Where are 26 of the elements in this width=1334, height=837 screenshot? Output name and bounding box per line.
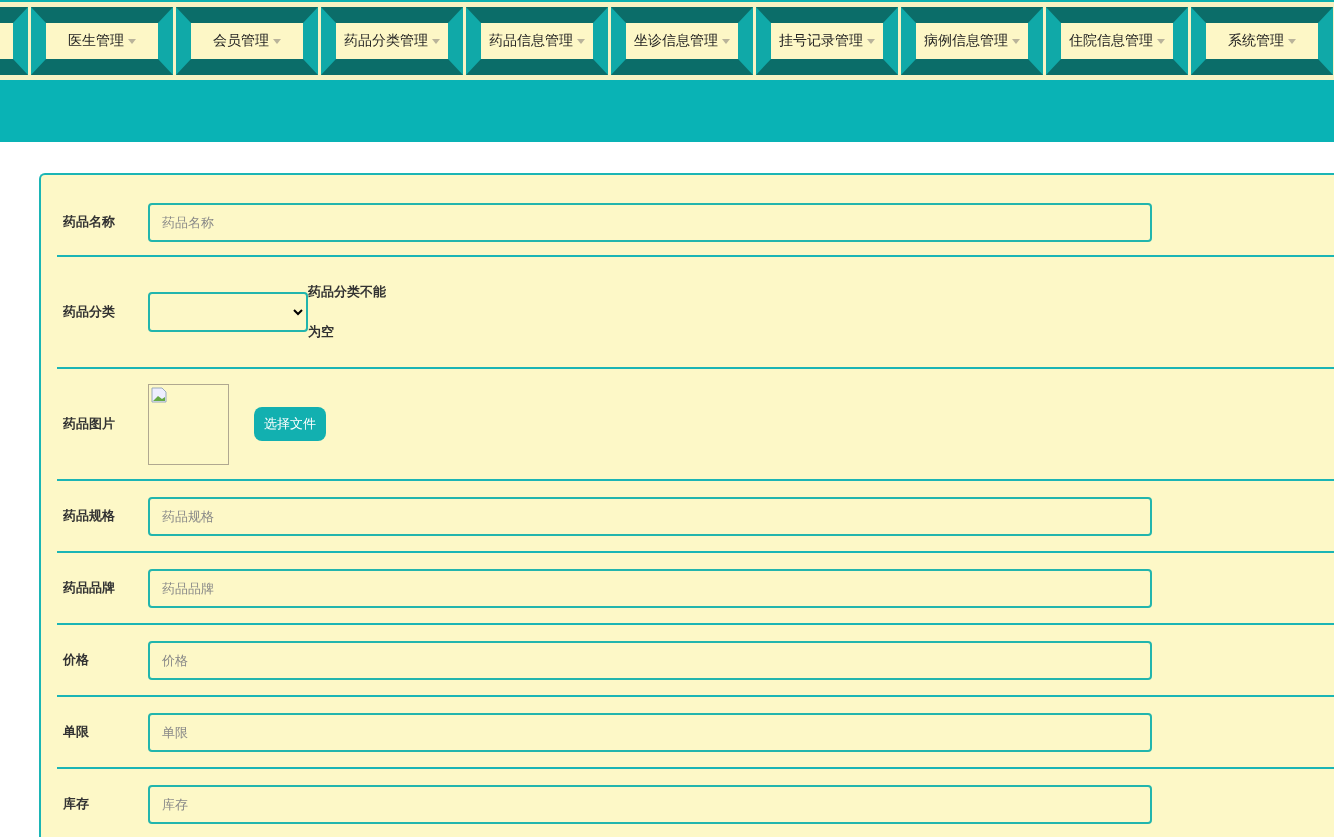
field-label: 药品品牌 (62, 579, 116, 597)
input-field[interactable]: 单限 (148, 712, 1152, 752)
input-field[interactable]: 药品规格 (148, 496, 1152, 536)
caret-icon (577, 38, 585, 44)
error-message: 药品分类不能为空 (308, 283, 386, 341)
field-label: 库存 (62, 795, 90, 813)
field-label: 药品分类 (62, 303, 116, 321)
caret-icon (128, 38, 136, 44)
field-label: 价格 (61, 651, 90, 669)
input-field[interactable]: 药品品牌 (148, 568, 1152, 608)
caret-icon (273, 38, 281, 44)
input-field[interactable]: 价格 (148, 640, 1152, 680)
field-label: 药品规格 (62, 507, 116, 525)
caret-icon (1012, 38, 1020, 44)
caret-icon (867, 38, 875, 44)
input-field[interactable]: 药品名称 (148, 202, 1152, 242)
select-field[interactable] (148, 292, 308, 332)
caret-icon (1288, 38, 1296, 44)
caret-icon (1157, 38, 1165, 44)
caret-icon (432, 38, 440, 44)
field-label: 单限 (62, 723, 90, 741)
field-label: 药品图片 (62, 415, 116, 433)
field-label: 药品名称 (62, 213, 116, 231)
input-field[interactable]: 库存 (148, 784, 1152, 824)
caret-icon (722, 38, 730, 44)
broken-image-icon (151, 386, 167, 403)
